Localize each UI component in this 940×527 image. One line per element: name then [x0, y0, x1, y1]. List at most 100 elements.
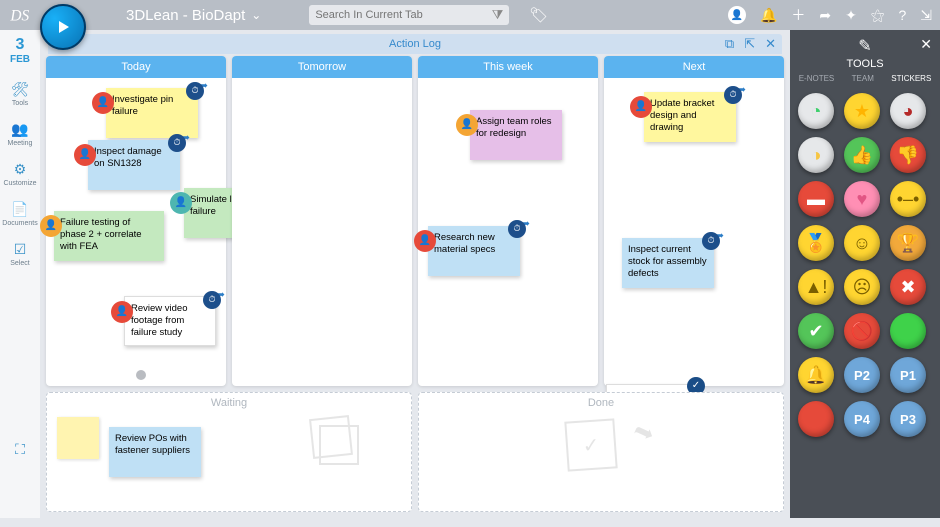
- avatar-icon: 👤: [170, 192, 192, 214]
- board-title: Action Log: [389, 38, 441, 50]
- lane-today[interactable]: Today 👤➦⏱Investigate pin failure👤➦⏱Inspe…: [46, 56, 226, 386]
- sticker-neutral[interactable]: •–•: [890, 181, 926, 217]
- tools-tab-e-notes[interactable]: E-NOTES: [799, 74, 835, 83]
- sticky-note[interactable]: 👤➦⏱Inspect damage on SN1328: [88, 140, 180, 190]
- sticker-star[interactable]: ★: [844, 93, 880, 129]
- sticky-note[interactable]: ➦⏱Inspect current stock for assembly def…: [622, 238, 714, 288]
- sticker-p[interactable]: P2: [844, 357, 880, 393]
- done-placeholder-icon: ✓ ➦: [566, 420, 636, 480]
- pin-icon[interactable]: ⇱: [744, 36, 755, 52]
- clock-icon: ⏱: [203, 291, 221, 309]
- sidebar-item-select[interactable]: ☑Select: [2, 241, 37, 267]
- clock-icon: ⏱: [702, 232, 720, 250]
- lane-tomorrow[interactable]: Tomorrow: [232, 56, 412, 386]
- topbar: DS 3DLean - BioDapt ⌄ ⧩ 🏷 👤 🔔 ＋ ➦ ✦ ⚝ ? …: [0, 0, 940, 30]
- close-icon[interactable]: ✕: [920, 36, 932, 53]
- sticker-trophy[interactable]: 🏆: [890, 225, 926, 261]
- sidebar-item-documents[interactable]: 📄Documents: [2, 201, 37, 227]
- board: Action Log ⧉ ⇱ ✕ Today 👤➦⏱Investigate pi…: [40, 30, 790, 518]
- help-icon[interactable]: ?: [898, 7, 906, 23]
- lanes-row: Today 👤➦⏱Investigate pin failure👤➦⏱Inspe…: [46, 56, 784, 386]
- bell-icon[interactable]: 🔔: [760, 7, 777, 24]
- scroll-dot-icon: [136, 370, 146, 380]
- tag-icon[interactable]: 🏷: [529, 6, 548, 24]
- svg-text:DS: DS: [9, 8, 29, 25]
- sticker-sad[interactable]: ☹: [844, 269, 880, 305]
- sticker-timer1[interactable]: ◔: [798, 93, 834, 129]
- note-text: Assign team roles for redesign: [476, 116, 552, 139]
- collapse-icon[interactable]: ⇲: [920, 7, 932, 24]
- sticker-thumbup[interactable]: 👍: [844, 137, 880, 173]
- sticker-p[interactable]: P3: [890, 401, 926, 437]
- clock-icon: ⏱: [168, 134, 186, 152]
- sticker-stop[interactable]: ▬: [798, 181, 834, 217]
- sticky-note[interactable]: 👤➦⏱Investigate pin failure: [106, 88, 198, 138]
- sidebar-item-meeting[interactable]: 👥Meeting: [2, 121, 37, 147]
- sticky-note[interactable]: 👤Failure testing of phase 2 + correlate …: [54, 211, 164, 261]
- topbar-right: 👤 🔔 ＋ ➦ ✦ ⚝ ? ⇲: [728, 5, 932, 25]
- sticker-red[interactable]: [798, 401, 834, 437]
- sticker-x[interactable]: ✖: [890, 269, 926, 305]
- avatar-icon: 👤: [630, 96, 652, 118]
- sticker-no[interactable]: 🚫: [844, 313, 880, 349]
- sticker-heart[interactable]: ♥: [844, 181, 880, 217]
- sticker-green[interactable]: [890, 313, 926, 349]
- sticker-p[interactable]: P4: [844, 401, 880, 437]
- note-text: Review video footage from failure study: [131, 303, 188, 338]
- sticker-thumbdown[interactable]: 👎: [890, 137, 926, 173]
- avatar-icon: 👤: [414, 230, 436, 252]
- compass-play-badge[interactable]: [40, 4, 86, 50]
- avatar-icon: 👤: [111, 301, 133, 323]
- popout-icon[interactable]: ⧉: [725, 36, 734, 52]
- tools-tab-team[interactable]: TEAM: [852, 74, 874, 83]
- close-icon[interactable]: ✕: [765, 36, 776, 52]
- sticker-timer-red[interactable]: ◕: [890, 93, 926, 129]
- sticker-smile[interactable]: ☺: [844, 225, 880, 261]
- sticker-warn[interactable]: ▲!: [798, 269, 834, 305]
- sticky-note[interactable]: 👤➦⏱Update bracket design and drawing: [644, 92, 736, 142]
- tools-header: ✎ ✕: [790, 30, 940, 58]
- note-text: Inspect damage on SN1328: [94, 146, 162, 169]
- share-icon[interactable]: ➦: [819, 7, 831, 24]
- add-icon[interactable]: ＋: [791, 5, 805, 25]
- sidebar-item-tools[interactable]: 🛠Tools: [2, 81, 37, 107]
- avatar-icon: 👤: [74, 144, 96, 166]
- tools-tab-stickers[interactable]: STICKERS: [891, 74, 931, 83]
- user-avatar-icon[interactable]: 👤: [728, 6, 746, 24]
- lane-waiting[interactable]: Waiting Review POs with fastener supplie…: [46, 392, 412, 512]
- brand-logo[interactable]: DS: [8, 1, 38, 29]
- sticker-bell[interactable]: 🔔: [798, 357, 834, 393]
- sidebar-item-customize[interactable]: ⚙Customize: [2, 161, 37, 187]
- sticky-note[interactable]: 👤➦⏱Review video footage from failure stu…: [124, 296, 216, 346]
- bottom-lanes: Waiting Review POs with fastener supplie…: [46, 392, 784, 512]
- expand-icon[interactable]: ⛶: [15, 441, 25, 458]
- tools-icon: 🛠: [11, 81, 29, 98]
- app-title[interactable]: 3DLean - BioDapt ⌄: [126, 7, 261, 24]
- note-text: Failure testing of phase 2 + correlate w…: [60, 217, 142, 252]
- date-box: 3 FEB: [10, 36, 30, 65]
- search-input[interactable]: [315, 9, 491, 21]
- sticker-ribbon[interactable]: 🏅: [798, 225, 834, 261]
- note-text: Update bracket design and drawing: [650, 98, 714, 133]
- sticky-note[interactable]: 👤➦⏱Research new material specs: [428, 226, 520, 276]
- avatar-icon: 👤: [40, 215, 62, 237]
- tools-panel: ✎ ✕ TOOLS E-NOTESTEAMSTICKERS ◔★◕◑👍👎▬♥•–…: [790, 30, 940, 518]
- left-sidebar: 3 FEB 🛠Tools 👥Meeting ⚙Customize 📄Documents…: [0, 30, 40, 518]
- sticky-note[interactable]: 👤Assign team roles for redesign: [470, 110, 562, 160]
- waiting-placeholder-icon: [311, 417, 351, 457]
- meeting-icon: 👥: [11, 121, 28, 138]
- compass-icon[interactable]: ⚝: [871, 7, 885, 24]
- tools-icon: ✎: [858, 36, 871, 56]
- search-box[interactable]: ⧩: [309, 5, 509, 25]
- sticker-p[interactable]: P1: [890, 357, 926, 393]
- sticker-check[interactable]: ✔: [798, 313, 834, 349]
- lane-done[interactable]: Done ✓ ➦: [418, 392, 784, 512]
- lane-thisweek[interactable]: This week 👤Assign team roles for redesig…: [418, 56, 598, 386]
- customize-icon: ⚙: [14, 161, 27, 178]
- sticky-note[interactable]: Review POs with fastener suppliers: [109, 427, 201, 477]
- note-text: Investigate pin failure: [112, 94, 173, 117]
- lane-next[interactable]: Next 👤➦⏱Update bracket design and drawin…: [604, 56, 784, 386]
- filter-icon[interactable]: ⧩: [492, 7, 504, 23]
- network-icon[interactable]: ✦: [845, 7, 857, 24]
- sticker-moon[interactable]: ◑: [798, 137, 834, 173]
